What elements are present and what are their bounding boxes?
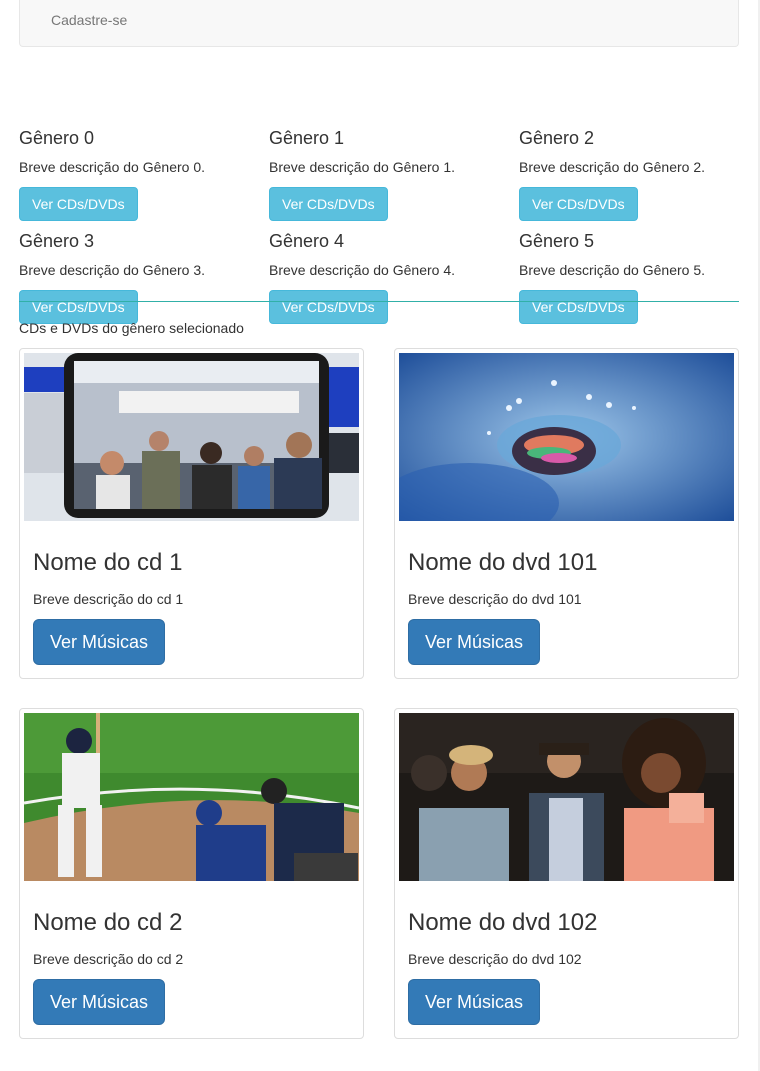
media-title: Nome do cd 1	[33, 549, 183, 576]
media-description: Breve descrição do cd 2	[33, 951, 184, 967]
genre-card-3: Gênero 3 Breve descrição do Gênero 3. Ve…	[19, 230, 239, 324]
genre-description: Breve descrição do Gênero 2.	[519, 159, 705, 175]
section-divider	[19, 301, 739, 302]
view-cds-dvds-button[interactable]: Ver CDs/DVDs	[519, 187, 638, 221]
genre-list: Gênero 0 Breve descrição do Gênero 0. Ve…	[19, 47, 739, 324]
genre-description: Breve descrição do Gênero 1.	[269, 159, 455, 175]
view-songs-button[interactable]: Ver Músicas	[408, 619, 541, 665]
genre-title: Gênero 1	[269, 128, 345, 148]
media-card-dvd-101: Nome do dvd 101 Breve descrição do dvd 1…	[394, 348, 739, 679]
view-cds-dvds-button[interactable]: Ver CDs/DVDs	[19, 187, 138, 221]
media-title: Nome do dvd 102	[408, 909, 598, 936]
main-container: Cadastre-se Gênero 0 Breve descrição do …	[19, 0, 739, 1039]
genre-description: Breve descrição do Gênero 3.	[19, 262, 205, 278]
people-party-photo	[399, 713, 734, 881]
media-caption: Nome do cd 1 Breve descrição do cd 1 Ver…	[24, 521, 359, 674]
media-description: Breve descrição do dvd 101	[408, 591, 582, 607]
genre-card-5: Gênero 5 Breve descrição do Gênero 5. Ve…	[519, 230, 739, 324]
view-cds-dvds-button[interactable]: Ver CDs/DVDs	[519, 290, 638, 324]
media-card-dvd-102: Nome do dvd 102 Breve descrição do dvd 1…	[394, 708, 739, 1039]
water-splash-photo	[399, 353, 734, 521]
media-description: Breve descrição do dvd 102	[408, 951, 582, 967]
section-title: CDs e DVDs do gênero selecionado	[19, 320, 244, 336]
signup-link[interactable]: Cadastre-se	[51, 12, 127, 28]
genre-card-2: Gênero 2 Breve descrição do Gênero 2. Ve…	[519, 127, 739, 221]
media-card-cd-1: Nome do cd 1 Breve descrição do cd 1 Ver…	[19, 348, 364, 679]
genre-card-0: Gênero 0 Breve descrição do Gênero 0. Ve…	[19, 127, 239, 221]
media-caption: Nome do dvd 101 Breve descrição do dvd 1…	[399, 521, 734, 674]
genre-card-4: Gênero 4 Breve descrição do Gênero 4. Ve…	[269, 230, 489, 324]
subway-passengers-photo	[24, 353, 359, 521]
view-cds-dvds-button[interactable]: Ver CDs/DVDs	[269, 187, 388, 221]
media-description: Breve descrição do cd 1	[33, 591, 184, 607]
media-caption: Nome do cd 2 Breve descrição do cd 2 Ver…	[24, 881, 359, 1034]
genre-title: Gênero 4	[269, 231, 345, 251]
media-card-cd-2: Nome do cd 2 Breve descrição do cd 2 Ver…	[19, 708, 364, 1039]
genre-description: Breve descrição do Gênero 5.	[519, 262, 705, 278]
view-songs-button[interactable]: Ver Músicas	[408, 979, 541, 1025]
baseball-batter-photo	[24, 713, 359, 881]
view-cds-dvds-button[interactable]: Ver CDs/DVDs	[269, 290, 388, 324]
genre-description: Breve descrição do Gênero 0.	[19, 159, 205, 175]
media-title: Nome do dvd 101	[408, 549, 598, 576]
genre-title: Gênero 2	[519, 128, 595, 148]
genre-title: Gênero 3	[19, 231, 95, 251]
genre-title: Gênero 0	[19, 128, 95, 148]
media-caption: Nome do dvd 102 Breve descrição do dvd 1…	[399, 881, 734, 1034]
view-cds-dvds-button[interactable]: Ver CDs/DVDs	[19, 290, 138, 324]
genre-title: Gênero 5	[519, 231, 595, 251]
view-songs-button[interactable]: Ver Músicas	[33, 979, 166, 1025]
navbar: Cadastre-se	[19, 0, 739, 47]
genre-card-1: Gênero 1 Breve descrição do Gênero 1. Ve…	[269, 127, 489, 221]
view-songs-button[interactable]: Ver Músicas	[33, 619, 166, 665]
media-title: Nome do cd 2	[33, 909, 183, 936]
genre-description: Breve descrição do Gênero 4.	[269, 262, 455, 278]
